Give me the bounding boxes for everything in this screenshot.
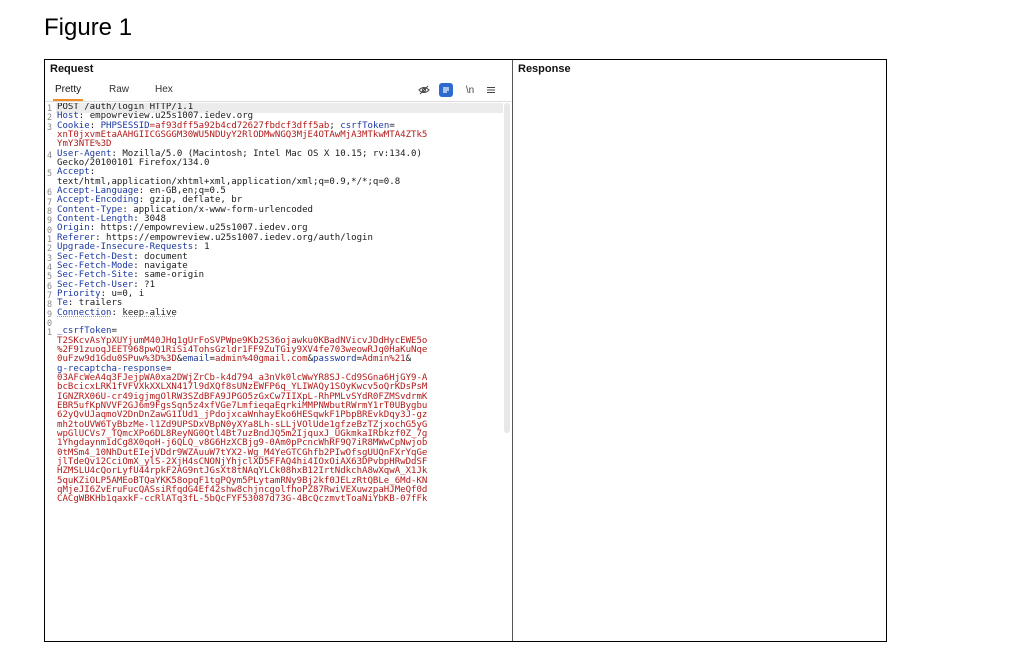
line-number: 5 xyxy=(47,168,53,179)
line-number: 4 xyxy=(47,149,53,160)
code-token: & xyxy=(405,354,412,365)
code-token: admin%40gmail.com xyxy=(214,354,308,365)
render-icon[interactable] xyxy=(439,83,453,97)
eye-slash-icon[interactable] xyxy=(417,82,431,98)
code-line: Gecko/20100101 Firefox/134.0 xyxy=(57,158,503,168)
tab-hex[interactable]: Hex xyxy=(155,84,173,95)
response-pane: Response xyxy=(513,60,886,641)
tab-raw[interactable]: Raw xyxy=(109,84,129,95)
tab-separator xyxy=(45,101,511,102)
code-token: Connection xyxy=(57,307,112,318)
code-token: CACgWBKHb1qaxkF-ccRlATq3fL-5bQcFYF53087d… xyxy=(57,494,428,505)
request-pane: Request Pretty Raw Hex \n 12345678901234… xyxy=(45,60,513,641)
code-token: email xyxy=(182,354,210,365)
menu-icon[interactable] xyxy=(485,82,497,98)
code-token: : 1 xyxy=(193,242,210,253)
newline-icon[interactable]: \n xyxy=(463,82,477,98)
code-token: xnT0jxvmEtaAAHGIICGSGGM30WU5NDUyY2RlODMw… xyxy=(57,130,428,141)
code-line: xnT0jxvmEtaAAHGIICGSGGM30WU5NDUyY2RlODMw… xyxy=(57,130,503,141)
request-code[interactable]: POST /auth/login HTTP/1.1 Host: empowrevi… xyxy=(57,103,503,505)
code-line: Connection: keep-alive xyxy=(57,307,503,318)
request-editor[interactable]: 123456789012345678901 POST /auth/login H… xyxy=(45,103,511,641)
line-number: 1 xyxy=(47,327,53,338)
figure-title: Figure 1 xyxy=(44,14,133,41)
code-token: password xyxy=(313,354,357,365)
code-line: Priority: u=0, i xyxy=(57,289,503,299)
response-title: Response xyxy=(518,63,571,75)
code-token: keep-alive xyxy=(122,307,177,318)
line-number: 3 xyxy=(47,121,53,132)
tab-pretty[interactable]: Pretty xyxy=(55,84,81,95)
editor-scrollbar[interactable] xyxy=(504,103,510,433)
code-token: : xyxy=(111,307,123,318)
code-token: Admin%21 xyxy=(362,354,406,365)
request-title: Request xyxy=(50,63,94,75)
request-response-panel: Request Pretty Raw Hex \n 12345678901234… xyxy=(44,59,887,642)
code-line: CACgWBKHb1qaxkF-ccRlATq3fL-5bQcFYF53087d… xyxy=(57,495,503,504)
